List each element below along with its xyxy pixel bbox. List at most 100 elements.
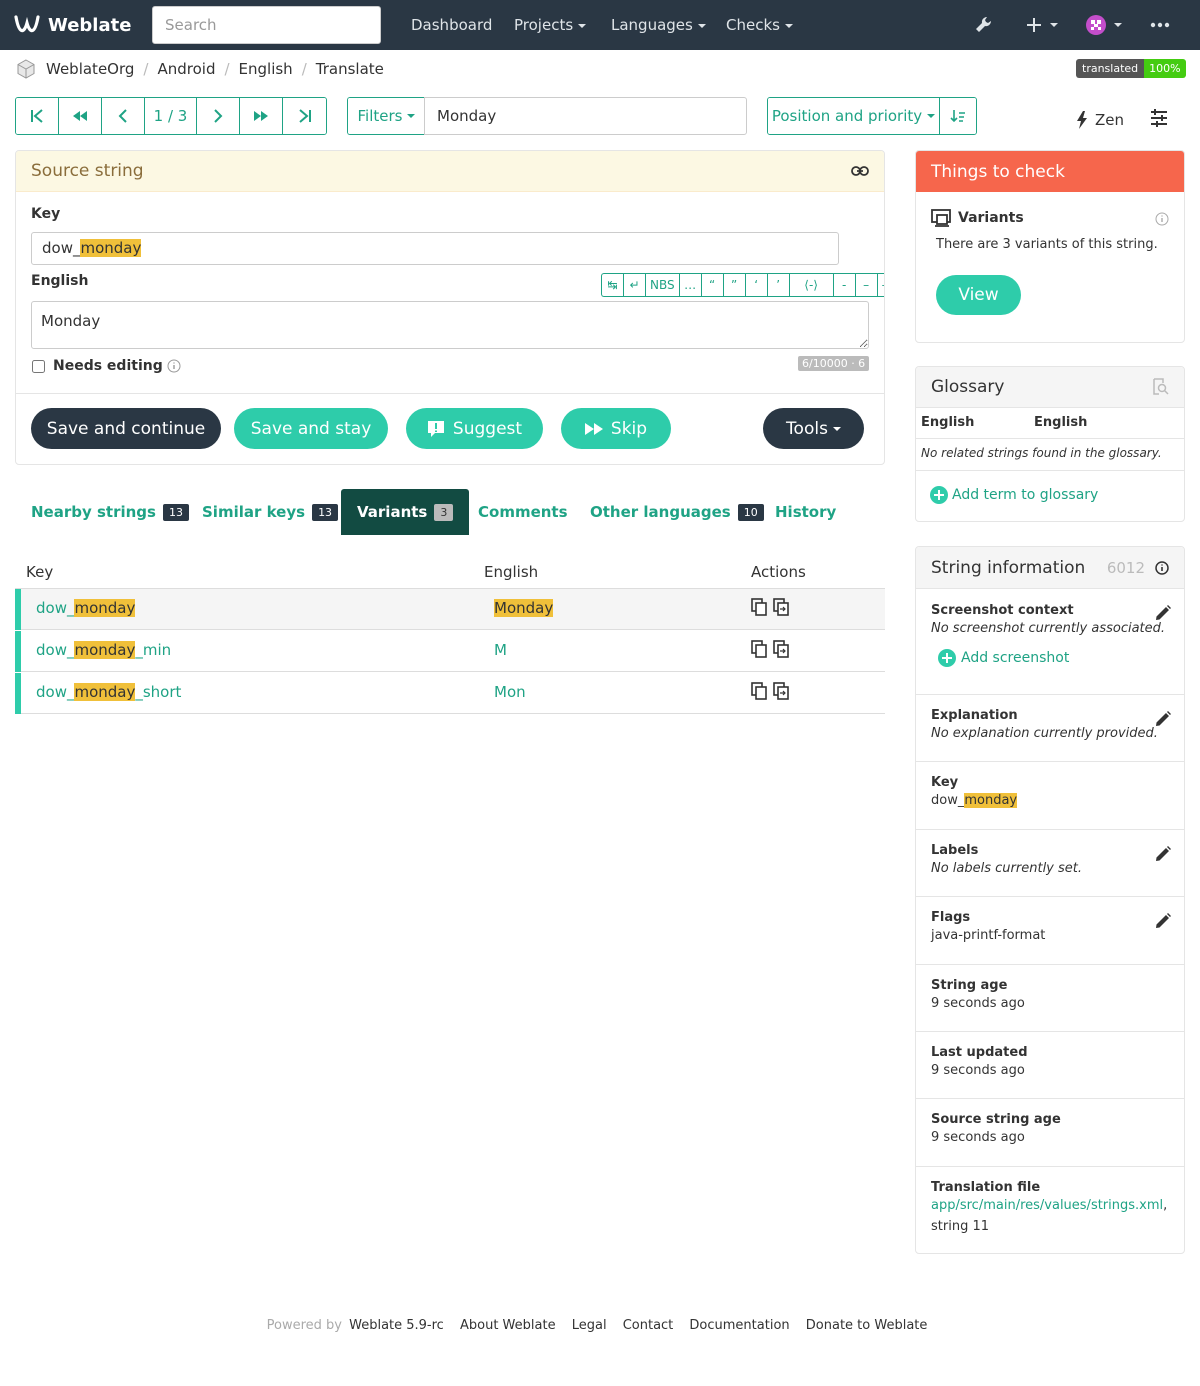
needs-editing-checkbox[interactable]: Needs editing bbox=[31, 355, 181, 377]
filter-query-input[interactable] bbox=[424, 97, 747, 135]
weblate-logo[interactable]: Weblate bbox=[14, 12, 131, 38]
row-status-bar bbox=[15, 673, 21, 714]
key-suffix: _min bbox=[135, 641, 172, 659]
variants-icon bbox=[931, 209, 951, 227]
string-information-header: String information 6012 bbox=[916, 547, 1184, 589]
save-and-stay-button[interactable]: Save and stay bbox=[234, 408, 388, 449]
clone-icon[interactable] bbox=[773, 598, 789, 616]
variant-key-link[interactable]: dow_monday_min bbox=[36, 641, 171, 659]
sort-button[interactable]: Position and priority bbox=[768, 98, 940, 134]
sort-direction-button[interactable] bbox=[940, 98, 976, 134]
add-term-to-glossary-link[interactable]: Add term to glossary bbox=[930, 486, 1098, 504]
tab-nearby-strings[interactable]: Nearby strings 13 bbox=[31, 489, 189, 535]
previous-page-button[interactable] bbox=[59, 98, 102, 134]
tools-button[interactable]: Tools bbox=[763, 408, 864, 449]
contact-link[interactable]: Contact bbox=[623, 1318, 674, 1333]
search-input[interactable] bbox=[152, 6, 381, 44]
sliders-icon[interactable] bbox=[1149, 108, 1169, 132]
insert-en-dash-button[interactable]: – bbox=[854, 273, 877, 297]
insert-right-single-quote-button[interactable]: ’ bbox=[766, 273, 789, 297]
donate-link[interactable]: Donate to Weblate bbox=[806, 1318, 928, 1333]
edit-pencil-icon[interactable] bbox=[1154, 912, 1172, 934]
nav-projects[interactable]: Projects bbox=[514, 0, 587, 50]
breadcrumb-org[interactable]: WeblateOrg bbox=[46, 60, 134, 78]
copy-icon[interactable] bbox=[751, 640, 767, 658]
view-variants-button[interactable]: View bbox=[936, 275, 1021, 315]
clone-icon[interactable] bbox=[773, 640, 789, 658]
tab-other-languages[interactable]: Other languages 10 bbox=[590, 489, 764, 535]
save-and-continue-button[interactable]: Save and continue bbox=[31, 408, 221, 449]
skip-button[interactable]: Skip bbox=[561, 408, 671, 449]
glossary-empty-text: No related strings found in the glossary… bbox=[921, 446, 1162, 460]
link-icon[interactable] bbox=[851, 166, 869, 176]
tab-label: History bbox=[775, 503, 837, 521]
zen-button[interactable]: Zen bbox=[1076, 108, 1124, 132]
tab-comments[interactable]: Comments bbox=[478, 489, 568, 535]
add-menu[interactable] bbox=[1026, 13, 1058, 37]
glossary-header: Glossary bbox=[916, 367, 1184, 408]
fast-forward-icon bbox=[254, 111, 268, 121]
insert-hyphen-button[interactable]: - bbox=[832, 273, 855, 297]
breadcrumb-separator: / bbox=[143, 60, 149, 78]
tab-variants[interactable]: Variants 3 bbox=[341, 489, 470, 535]
filters-label: Filters bbox=[357, 107, 403, 125]
insert-tab-button[interactable]: ↹ bbox=[601, 273, 623, 297]
next-page-button[interactable] bbox=[240, 98, 283, 134]
key-prefix: dow_ bbox=[931, 793, 965, 808]
legal-link[interactable]: Legal bbox=[572, 1318, 607, 1333]
insert-em-dash-button[interactable]: — bbox=[876, 273, 884, 297]
translation-editor[interactable]: Monday bbox=[31, 301, 869, 349]
tab-history[interactable]: History bbox=[775, 489, 836, 535]
nav-dashboard[interactable]: Dashboard bbox=[411, 0, 492, 50]
documentation-link[interactable]: Documentation bbox=[689, 1318, 789, 1333]
add-screenshot-link[interactable]: Add screenshot bbox=[938, 649, 1069, 667]
insert-newline-button[interactable]: ↵ bbox=[623, 273, 645, 297]
translation-file-value: app/src/main/res/values/strings.xml, bbox=[931, 1198, 1176, 1213]
check-variants: Variants bbox=[931, 209, 1024, 227]
insert-right-double-quote-button[interactable]: ” bbox=[722, 273, 745, 297]
table-row: dow_monday Monday bbox=[15, 589, 885, 630]
insert-left-single-quote-button[interactable]: ‘ bbox=[744, 273, 767, 297]
next-button[interactable] bbox=[197, 98, 240, 134]
footer: Powered by Weblate 5.9-rc About Weblate … bbox=[0, 1318, 1200, 1333]
insert-bracket-button[interactable]: ⟨-⟩ bbox=[788, 273, 833, 297]
insert-left-double-quote-button[interactable]: “ bbox=[700, 273, 723, 297]
source-string-panel: Source string Key dow_monday English ↹ ↵… bbox=[15, 150, 885, 465]
wrench-icon[interactable] bbox=[974, 13, 994, 37]
glossary-search-icon[interactable] bbox=[1151, 378, 1169, 396]
edit-pencil-icon[interactable] bbox=[1154, 710, 1172, 732]
needs-editing-input[interactable] bbox=[32, 359, 45, 373]
breadcrumb-project[interactable]: Android bbox=[157, 60, 215, 78]
clone-icon[interactable] bbox=[773, 682, 789, 700]
info-icon[interactable] bbox=[167, 359, 181, 373]
nav-checks[interactable]: Checks bbox=[726, 0, 793, 50]
more-icon[interactable] bbox=[1150, 13, 1170, 37]
copy-icon[interactable] bbox=[751, 598, 767, 616]
variant-key-link[interactable]: dow_monday bbox=[36, 599, 136, 617]
edit-pencil-icon[interactable] bbox=[1154, 604, 1172, 626]
glossary-column-source: English bbox=[921, 415, 975, 430]
breadcrumb: WeblateOrg / Android / English / Transla… bbox=[16, 57, 384, 81]
variant-key-link[interactable]: dow_monday_short bbox=[36, 683, 181, 701]
insert-nbsp-button[interactable]: NBS bbox=[645, 273, 679, 297]
glossary-title: Glossary bbox=[931, 377, 1005, 397]
info-icon[interactable] bbox=[1155, 560, 1169, 575]
breadcrumb-language[interactable]: English bbox=[239, 60, 293, 78]
last-button[interactable] bbox=[283, 98, 326, 134]
info-icon[interactable] bbox=[1155, 212, 1169, 226]
translation-file-link[interactable]: app/src/main/res/values/strings.xml bbox=[931, 1198, 1163, 1213]
nav-languages[interactable]: Languages bbox=[611, 0, 706, 50]
copy-icon[interactable] bbox=[751, 682, 767, 700]
edit-pencil-icon[interactable] bbox=[1154, 845, 1172, 867]
tab-similar-keys[interactable]: Similar keys 13 bbox=[202, 489, 339, 535]
user-menu[interactable] bbox=[1086, 13, 1122, 37]
about-weblate-link[interactable]: About Weblate bbox=[460, 1318, 556, 1333]
first-button[interactable] bbox=[16, 98, 59, 134]
weblate-version-link[interactable]: Weblate 5.9-rc bbox=[349, 1318, 444, 1333]
previous-button[interactable] bbox=[102, 98, 145, 134]
insert-ellipsis-button[interactable]: … bbox=[678, 273, 701, 297]
filters-button[interactable]: Filters bbox=[348, 98, 425, 134]
suggest-button[interactable]: Suggest bbox=[406, 408, 543, 449]
add-term-label: Add term to glossary bbox=[952, 487, 1099, 503]
translation-status-badge[interactable]: translated 100% bbox=[1076, 59, 1186, 78]
